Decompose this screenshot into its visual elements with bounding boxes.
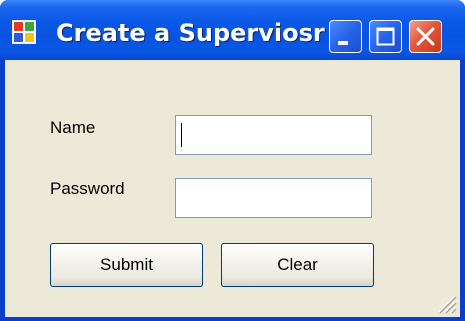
- window-title: Create a Superviosr: [56, 19, 325, 47]
- submit-button[interactable]: Submit: [50, 243, 203, 287]
- minimize-button[interactable]: [329, 20, 362, 53]
- clear-button[interactable]: Clear: [221, 243, 374, 287]
- text-caret: [181, 123, 182, 147]
- minimize-icon: [338, 41, 348, 45]
- window: Create a Superviosr Name Password Submit…: [0, 0, 465, 321]
- form-client-area: Name Password Submit Clear: [5, 60, 460, 317]
- maximize-icon: [376, 27, 395, 46]
- name-label: Name: [50, 118, 96, 137]
- name-input[interactable]: [175, 115, 372, 155]
- password-input[interactable]: [175, 178, 372, 218]
- maximize-button[interactable]: [369, 20, 402, 53]
- password-label: Password: [50, 179, 125, 198]
- close-button[interactable]: [409, 20, 442, 53]
- close-icon: [416, 27, 435, 46]
- resize-grip-icon[interactable]: [435, 292, 457, 314]
- app-icon: [12, 20, 36, 44]
- title-bar[interactable]: Create a Superviosr: [0, 0, 465, 60]
